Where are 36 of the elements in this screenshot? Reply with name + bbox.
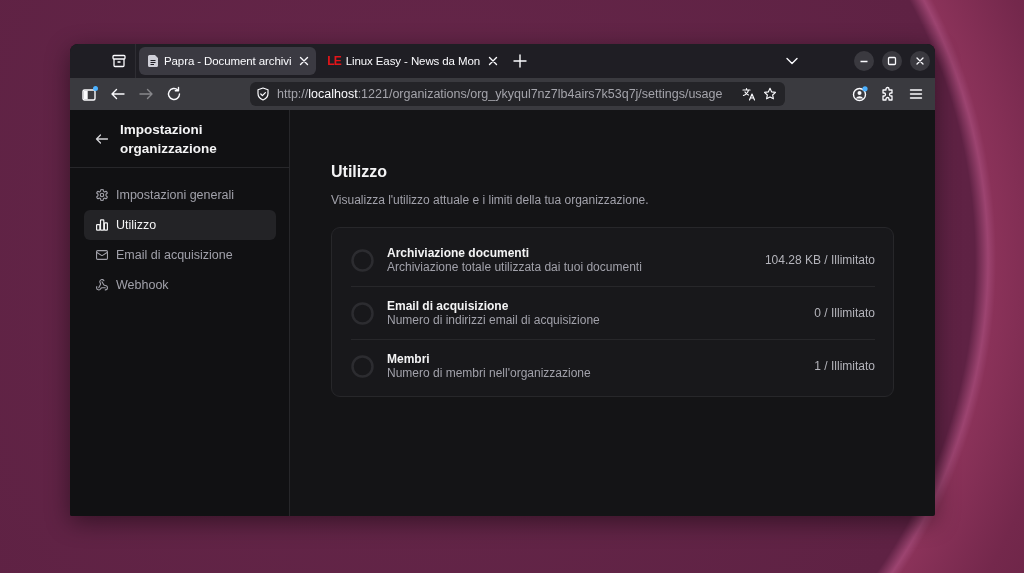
usage-value: 104.28 KB / Illimitato — [764, 253, 875, 267]
webhook-icon — [96, 279, 108, 291]
plus-icon[interactable] — [513, 54, 528, 68]
site-logo: LE — [327, 55, 341, 67]
page-title: Utilizzo — [331, 162, 388, 182]
address-bar[interactable]: http://localhost:1221/organizations/org_ykyqul7nz7lb4airs7k53q7j/settings/usage — [250, 82, 785, 106]
gear-icon — [96, 189, 108, 201]
back-arrow-icon[interactable] — [95, 131, 109, 146]
close-icon[interactable] — [488, 56, 499, 66]
usage-value: 0 / Illimitato — [814, 306, 875, 320]
page-description: Visualizza l'utilizzo attuale e i limiti della tua organizzazione. — [331, 193, 650, 208]
maximize-icon[interactable] — [882, 51, 902, 71]
usage-description: Numero di membri nell'organizzazione — [387, 366, 592, 380]
usage-value: 1 / Illimitato — [814, 359, 875, 373]
usage-name: Email di acquisizione — [387, 299, 510, 313]
browser-tab[interactable]: Papra - Document archivi — [139, 47, 317, 75]
bar-chart-icon — [96, 219, 108, 231]
sidebar-item[interactable]: Utilizzo — [84, 210, 276, 240]
browser-tab[interactable]: LE Linux Easy - News da Mon — [318, 47, 506, 75]
sidebar-item[interactable]: Webhook — [84, 270, 276, 300]
usage-name: Archiviazione documenti — [387, 246, 531, 260]
sidebar-title: Impostazioni organizzazione — [120, 120, 218, 158]
star-icon[interactable] — [763, 87, 777, 101]
minimize-icon[interactable] — [854, 51, 874, 71]
usage-name: Membri — [387, 352, 431, 366]
usage-description: Archiviazione totale utilizzata dai tuoi documenti — [387, 260, 643, 274]
document-icon — [148, 55, 159, 67]
close-icon[interactable] — [299, 56, 310, 66]
mail-icon — [96, 249, 108, 261]
sidebar-item[interactable]: Email di acquisizione — [84, 240, 276, 270]
shield-icon[interactable] — [256, 87, 270, 101]
usage-description: Numero di indirizzi email di acquisizione — [387, 313, 601, 327]
translate-icon[interactable] — [742, 87, 756, 101]
address-text[interactable]: http://localhost:1221/organizations/org_ykyqul7nz7lb4airs7k53q7j/settings/usage — [277, 87, 735, 101]
close-icon[interactable] — [910, 51, 930, 71]
sidebar-item[interactable]: Impostazioni generali — [84, 180, 276, 210]
